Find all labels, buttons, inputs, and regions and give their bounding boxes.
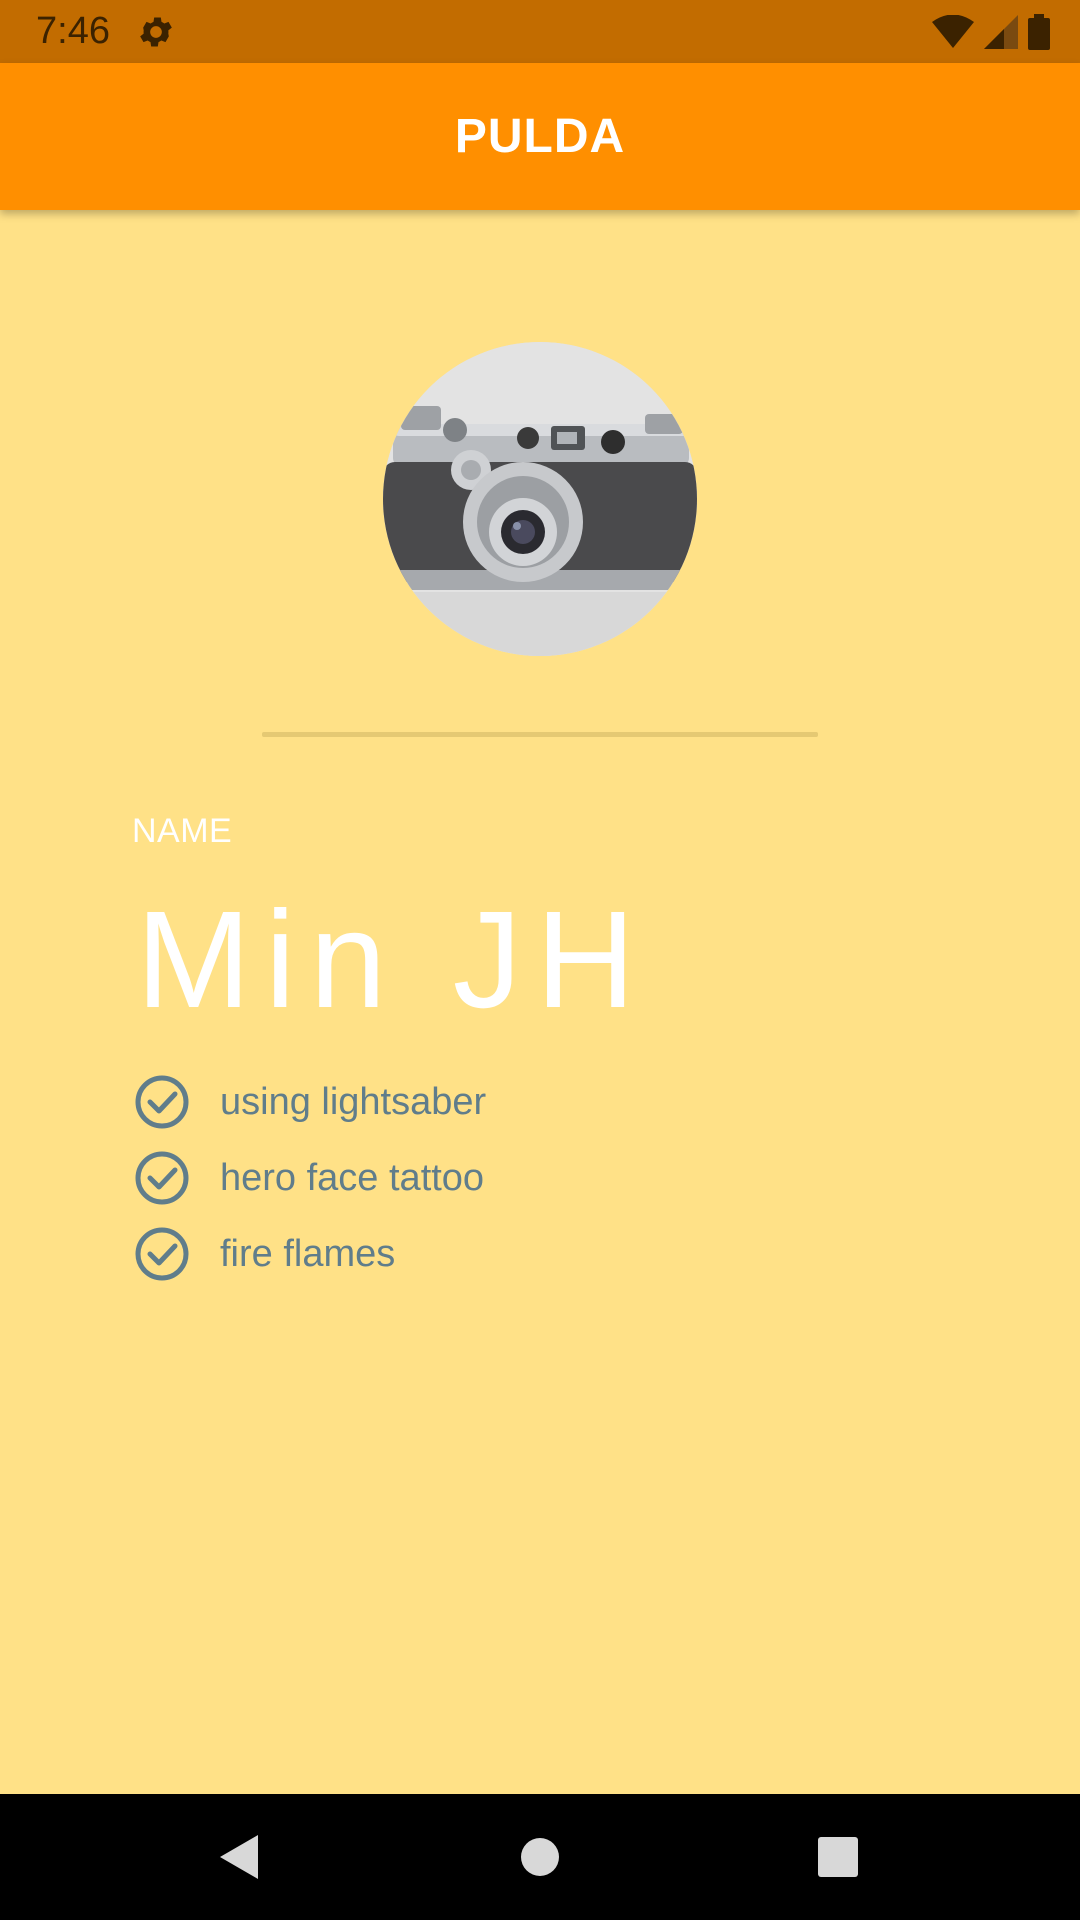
list-item: fire flames: [134, 1216, 934, 1292]
avatar[interactable]: [383, 342, 697, 656]
check-circle-icon: [135, 1075, 189, 1129]
wifi-icon: [932, 15, 974, 48]
home-button[interactable]: [510, 1827, 570, 1887]
home-icon: [521, 1838, 559, 1876]
check-circle-icon: [135, 1227, 189, 1281]
back-button[interactable]: [210, 1827, 270, 1887]
skill-label: hero face tattoo: [220, 1156, 485, 1199]
navigation-bar: [0, 1794, 1080, 1920]
skill-label: fire flames: [220, 1232, 396, 1275]
recents-button[interactable]: [808, 1827, 868, 1887]
name-label: NAME: [132, 812, 233, 850]
status-time: 7:46: [36, 10, 110, 52]
app-title: PULDA: [454, 110, 626, 163]
list-item: using lightsaber: [134, 1064, 934, 1140]
app-bar: PULDA: [0, 63, 1080, 210]
signal-icon: [984, 15, 1018, 49]
camera-photo: [383, 342, 697, 656]
skill-label: using lightsaber: [220, 1080, 487, 1123]
gear-icon: [140, 17, 172, 47]
list-item: hero face tattoo: [134, 1140, 934, 1216]
recents-icon: [818, 1837, 858, 1877]
screen: 7:46 PULDA NAME Min JH using lightsaber …: [0, 0, 1080, 1920]
name-value: Min JH: [136, 883, 650, 1037]
divider: [262, 732, 818, 737]
skills-list: using lightsaber hero face tattoo fire f…: [134, 1064, 934, 1292]
battery-icon: [1028, 14, 1050, 50]
check-circle-icon: [135, 1151, 189, 1205]
status-bar: 7:46: [0, 0, 1080, 63]
back-icon: [220, 1835, 258, 1879]
status-icons: [932, 12, 1050, 52]
